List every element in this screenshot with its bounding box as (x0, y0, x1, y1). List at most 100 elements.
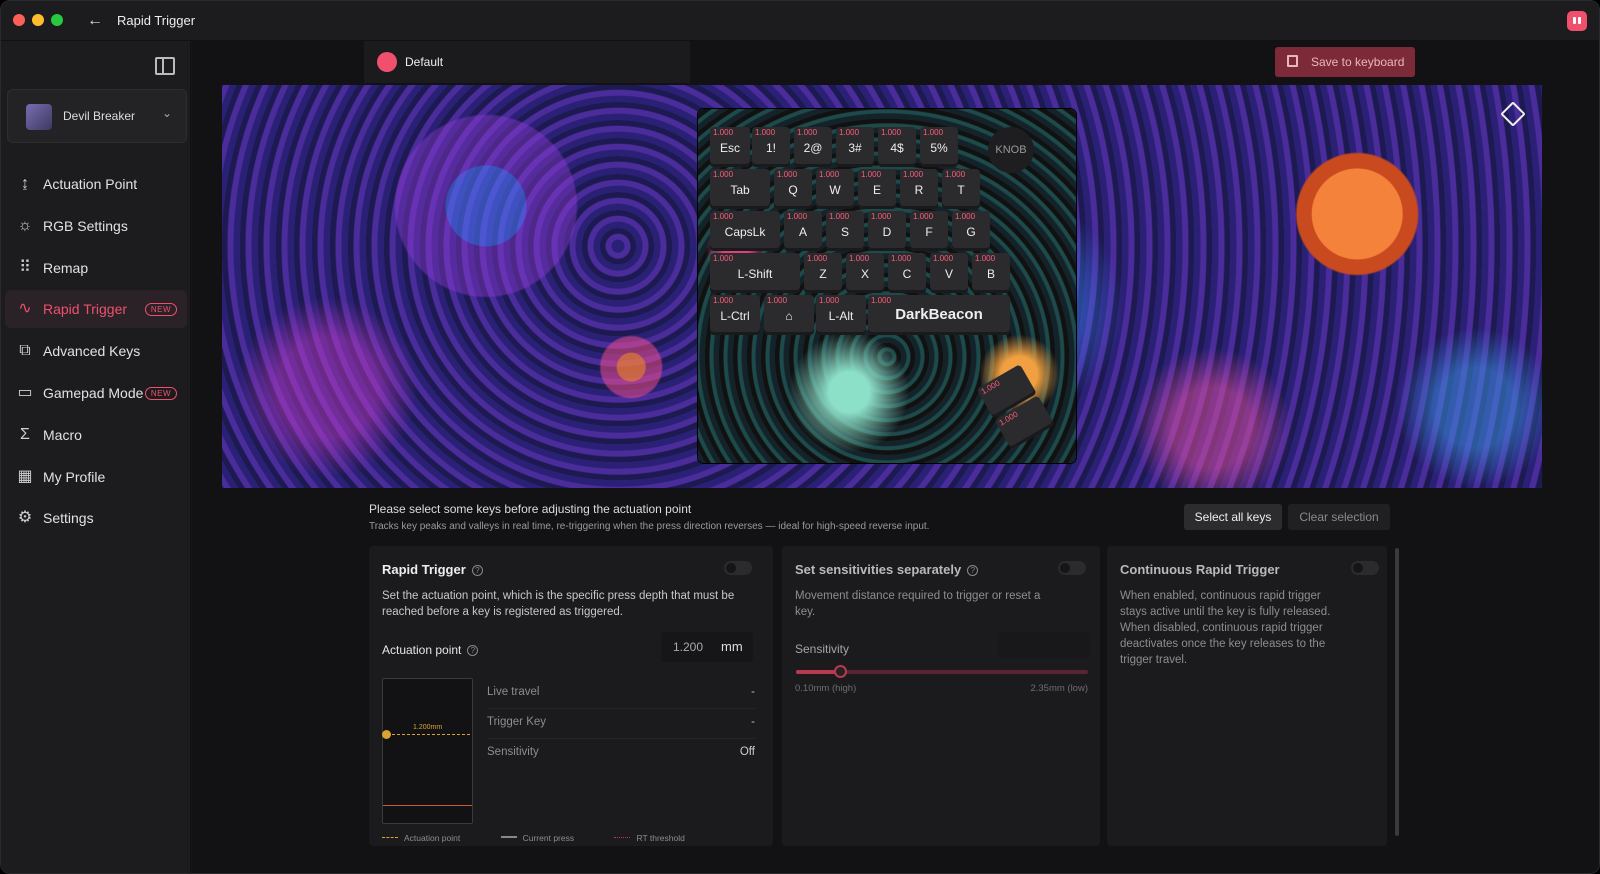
stat-key: Live travel (487, 686, 540, 698)
panel-description: Movement distance required to trigger or… (795, 590, 1041, 618)
stats-list: Live travel - Trigger Key - Sensitivity Off (487, 679, 755, 769)
key-tab[interactable]: 1.000 Tab (710, 169, 770, 209)
key-value: 1.000 (829, 212, 850, 221)
key-value: 1.000 (871, 212, 892, 221)
key-l-shift[interactable]: 1.000 L-Shift (710, 253, 800, 293)
help-icon[interactable]: ? (967, 565, 979, 576)
key-t[interactable]: 1.000 T (942, 169, 980, 209)
key-v[interactable]: 1.000 V (930, 253, 968, 293)
stat-key: Sensitivity (487, 746, 539, 758)
sidebar-item-label: My Profile (43, 468, 106, 485)
sidebar-item-remap[interactable]: ⠿ Remap (5, 249, 187, 287)
key-w[interactable]: 1.000 W (816, 169, 854, 209)
clear-selection-button[interactable]: Clear selection (1288, 504, 1390, 530)
knob[interactable]: KNOB (988, 127, 1034, 173)
sidebar-item-rapid-trigger[interactable]: ∿ Rapid Trigger NEW (5, 290, 187, 329)
legend-label: Actuation point (404, 833, 461, 843)
chevron-down-icon: ⌄ (161, 106, 172, 120)
continuous-rapid-trigger-panel: Continuous Rapid Trigger When enabled, c… (1107, 546, 1387, 846)
key-s[interactable]: 1.000 S (826, 211, 864, 251)
sidebar-item-my-profile[interactable]: ▦ My Profile (5, 458, 187, 496)
rapid-trigger-toggle[interactable] (724, 561, 752, 575)
sidebar-item-label: Macro (43, 426, 82, 443)
minimize-window-button[interactable] (32, 14, 44, 26)
key-x[interactable]: 1.000 X (846, 253, 884, 293)
sensitivities-toggle[interactable] (1058, 561, 1086, 575)
stat-value: Off (739, 746, 755, 758)
sigma-icon: Σ (20, 425, 30, 443)
key-4-[interactable]: 1.000 4$ (878, 127, 916, 167)
sensitivity-label: Sensitivity (795, 642, 850, 656)
sidebar-item-settings[interactable]: ⚙ Settings (5, 499, 187, 537)
key-value: 1.000 (903, 170, 924, 179)
sidebar-collapse-icon[interactable] (155, 57, 175, 75)
key-darkbeacon[interactable]: 1.000 DarkBeacon (868, 295, 1010, 335)
key-b[interactable]: 1.000 B (972, 253, 1010, 293)
key-d[interactable]: 1.000 D (868, 211, 906, 251)
legend-item: RT threshold (614, 833, 685, 843)
key-1-[interactable]: 1.000 1! (752, 127, 790, 167)
key-capslk[interactable]: 1.000 CapsLk (710, 211, 780, 251)
key-label: E (872, 183, 881, 197)
key-3-[interactable]: 1.000 3# (836, 127, 874, 167)
panel-scrollbar[interactable] (1395, 548, 1399, 836)
sidebar-item-advanced-keys[interactable]: ⧉ Advanced Keys (5, 332, 187, 370)
key-value: 1.000 (787, 212, 808, 221)
close-window-button[interactable] (13, 14, 25, 26)
sidebar-item-macro[interactable]: Σ Macro (5, 416, 187, 454)
save-to-keyboard-button[interactable]: Save to keyboard (1275, 47, 1415, 77)
select-all-keys-button[interactable]: Select all keys (1184, 504, 1282, 530)
slider-thumb[interactable] (833, 665, 847, 678)
key-value: 1.000 (839, 128, 860, 137)
profile-tab[interactable]: Default (364, 41, 690, 83)
pulse-icon: ∿ (18, 300, 32, 318)
sidebar-item-label: Remap (43, 259, 89, 276)
sensitivity-slider[interactable] (796, 665, 1088, 678)
app-window: ← Rapid Trigger Devil Breaker ⌄ ↨ Actuat… (0, 0, 1600, 874)
zoom-window-button[interactable] (51, 14, 63, 26)
sun-icon: ☼ (17, 216, 33, 234)
key-e[interactable]: 1.000 E (858, 169, 896, 209)
back-arrow-icon[interactable]: ← (85, 11, 105, 31)
key-z[interactable]: 1.000 Z (804, 253, 842, 293)
key-value: 1.000 (891, 254, 912, 263)
key-2-[interactable]: 1.000 2@ (794, 127, 832, 167)
keyboard-grid-icon: ⠿ (19, 258, 31, 276)
sidebar-item-rgb-settings[interactable]: ☼ RGB Settings (5, 207, 187, 245)
key-l-alt[interactable]: 1.000 L-Alt (816, 295, 866, 335)
key-c[interactable]: 1.000 C (888, 253, 926, 293)
key-esc[interactable]: 1.000 Esc (710, 127, 750, 167)
key-q[interactable]: 1.000 Q (774, 169, 812, 209)
key-r[interactable]: 1.000 R (900, 169, 938, 209)
key-5-[interactable]: 1.000 5% (920, 127, 958, 167)
key-a[interactable]: 1.000 A (784, 211, 822, 251)
key-l-ctrl[interactable]: 1.000 L-Ctrl (710, 295, 760, 335)
key-f[interactable]: 1.000 F (910, 211, 948, 251)
key-value: 1.000 (713, 254, 734, 263)
device-selector[interactable]: Devil Breaker ⌄ (7, 89, 187, 143)
key-value: 1.000 (871, 296, 892, 305)
continuous-toggle[interactable] (1351, 561, 1379, 575)
sidebar-item-gamepad-mode[interactable]: ▭ Gamepad Mode NEW (5, 374, 187, 412)
sidebar-item-label: Rapid Trigger (43, 301, 128, 318)
sensitivity-input[interactable] (998, 632, 1090, 658)
key-label: Esc (719, 141, 740, 155)
key-g[interactable]: 1.000 G (952, 211, 990, 251)
sidebar-item-actuation-point[interactable]: ↨ Actuation Point (5, 165, 187, 203)
key-label: V (944, 267, 953, 281)
help-icon[interactable]: ? (471, 565, 483, 576)
actuation-point-input[interactable]: 1.200 mm (661, 632, 753, 662)
key-value: 1.000 (807, 254, 828, 263)
help-icon[interactable]: ? (467, 645, 479, 656)
key-fn-icon[interactable]: 1.000 ⌂ (764, 295, 814, 335)
info-subtitle: Tracks key peaks and valleys in real tim… (369, 521, 930, 532)
new-badge: NEW (144, 303, 177, 317)
eraser-icon[interactable] (1500, 101, 1526, 127)
key-value: 1.000 (755, 128, 776, 137)
key-value: 1.000 (713, 296, 734, 305)
actuation-handle[interactable] (382, 730, 391, 739)
info-title: Please select some keys before adjusting… (369, 502, 692, 516)
legend-swatch (500, 836, 517, 838)
key-label: B (986, 267, 995, 281)
key-label: L-Alt (828, 309, 854, 323)
